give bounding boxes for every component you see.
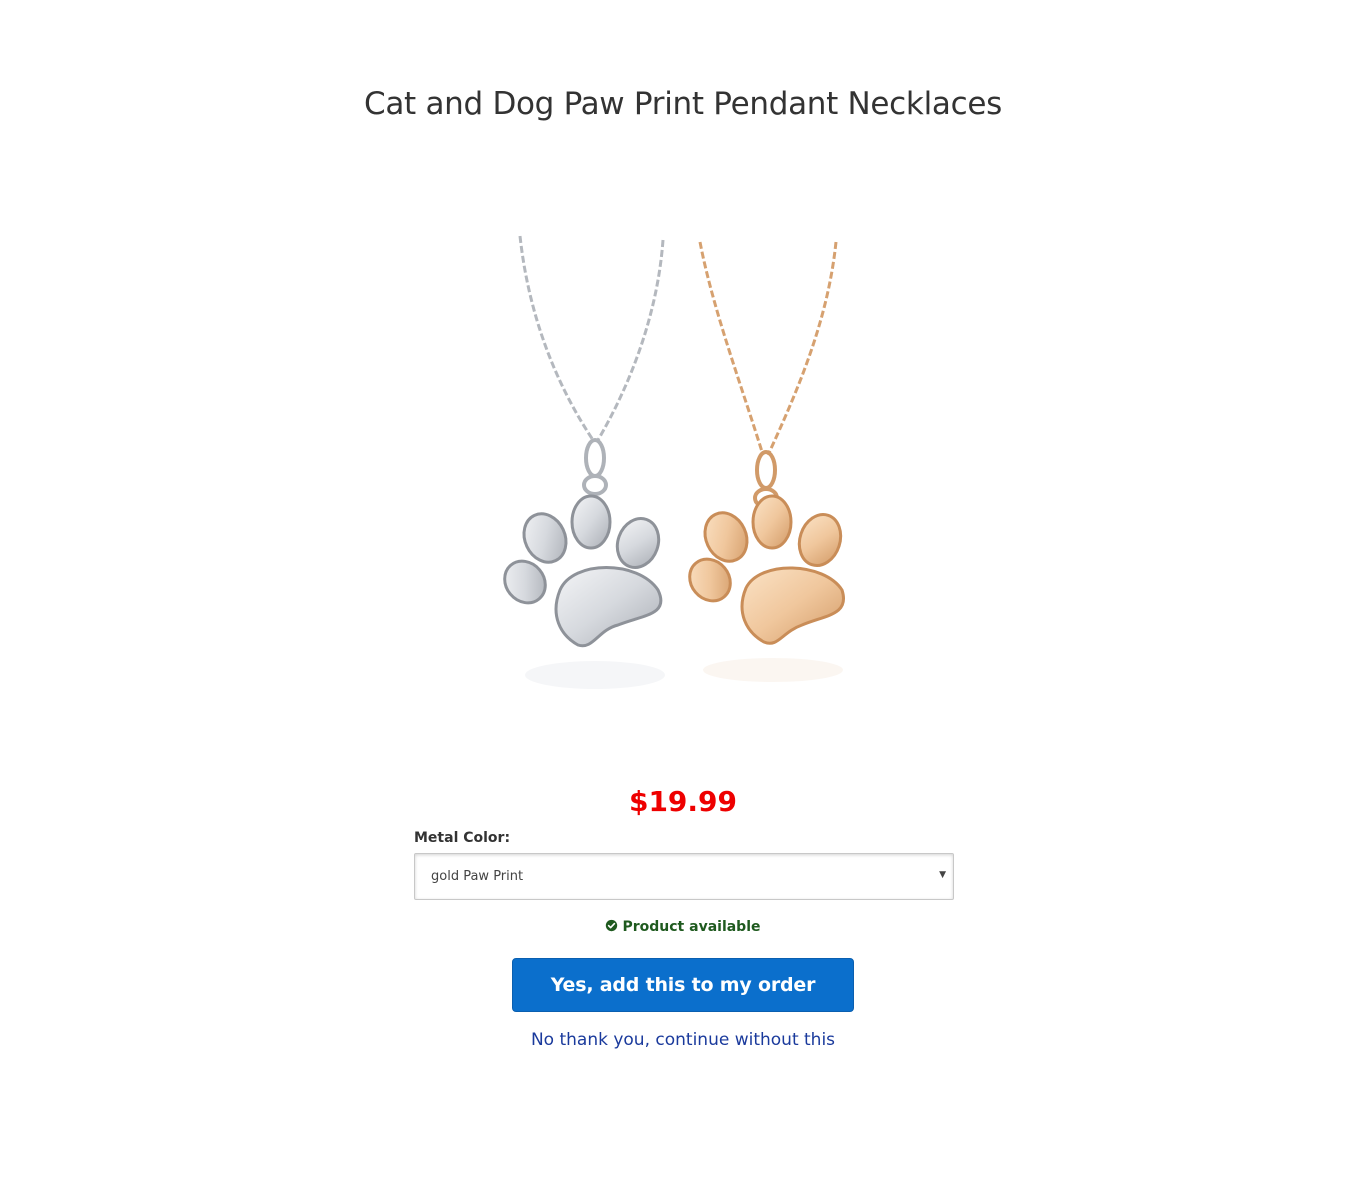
check-circle-icon — [606, 919, 618, 932]
silver-chain — [518, 235, 665, 441]
availability-status: Product available — [0, 919, 1366, 935]
decline-link[interactable]: No thank you, continue without this — [0, 1030, 1366, 1050]
metal-color-select[interactable]: gold Paw Print ▼ — [414, 853, 954, 900]
product-price: $19.99 — [628, 785, 738, 818]
caret-down-icon: ▼ — [939, 870, 946, 880]
availability-text: Product available — [622, 919, 761, 935]
product-image — [498, 230, 850, 700]
gold-paw — [688, 494, 846, 645]
gold-chain — [698, 241, 838, 456]
page-title: Cat and Dog Paw Print Pendant Necklaces — [364, 86, 1002, 122]
add-to-order-button[interactable]: Yes, add this to my order $19.99 — [512, 958, 854, 1048]
silver-paw — [503, 494, 663, 648]
variant-label: Metal Color: — [414, 830, 511, 846]
upsell-page: Cat and Dog Paw Print Pendant Necklaces — [0, 0, 1366, 1179]
select-value: gold Paw Print — [431, 869, 524, 884]
